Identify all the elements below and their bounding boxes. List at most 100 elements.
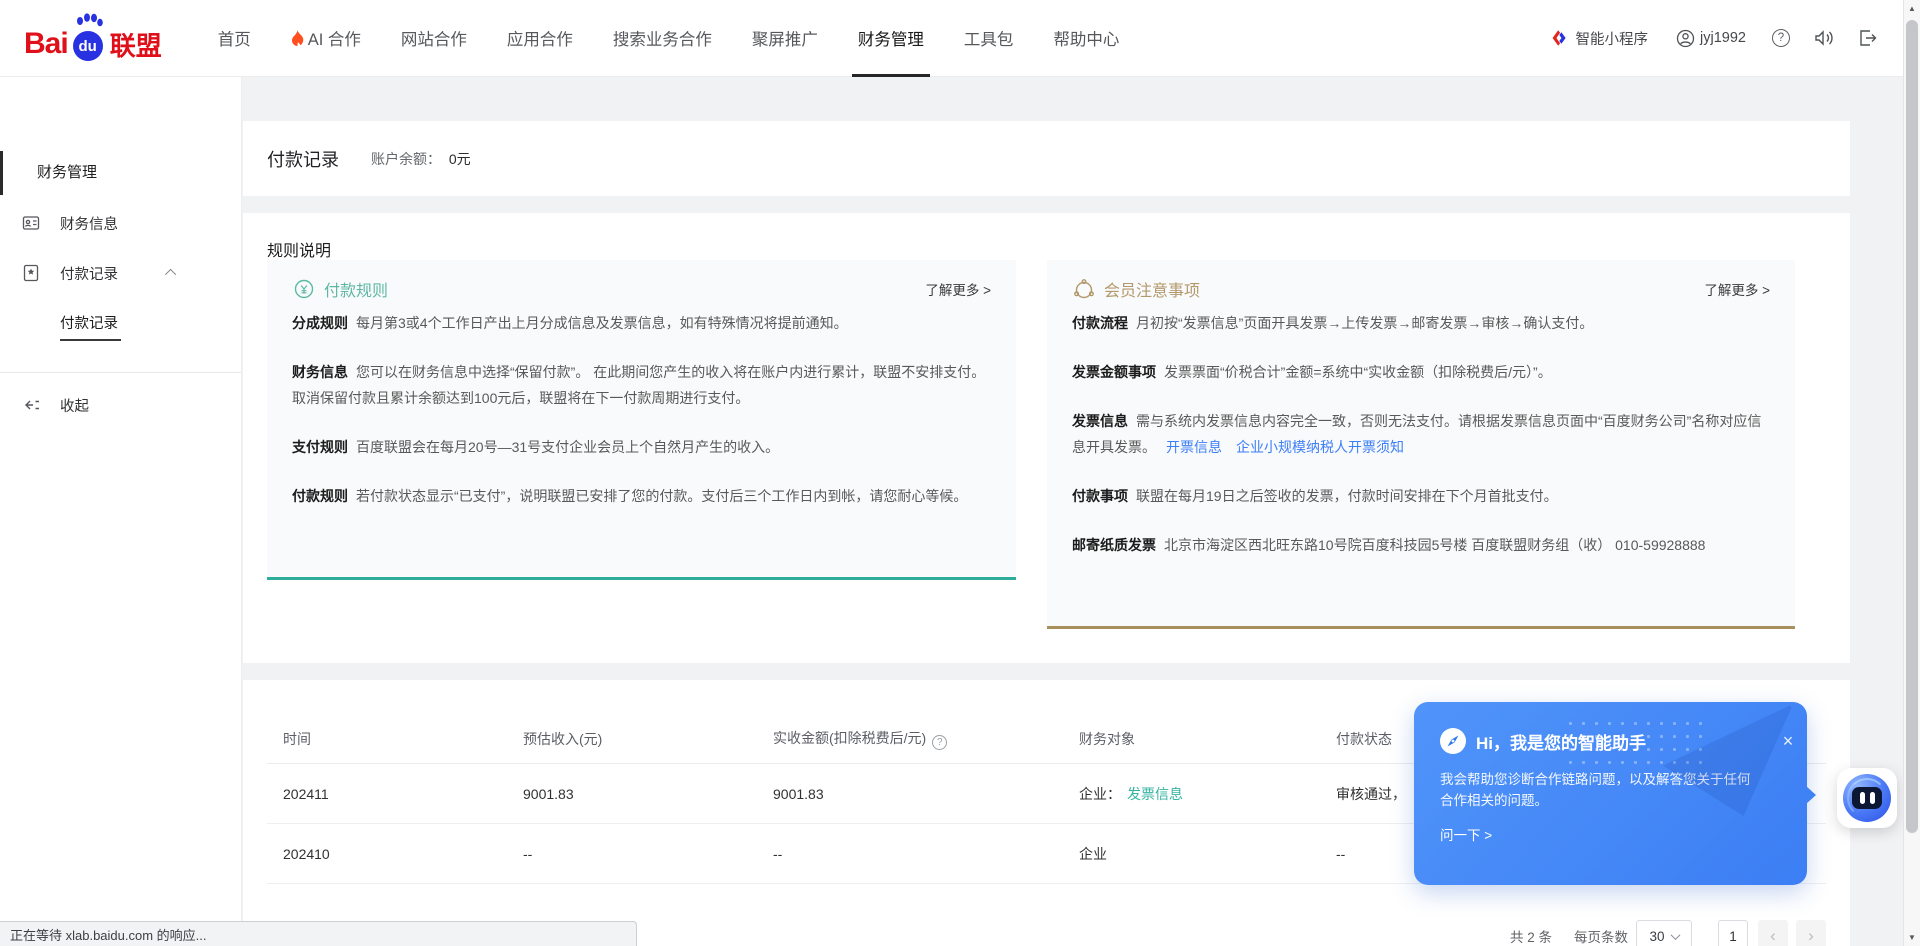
sidebar-divider bbox=[0, 372, 241, 373]
logo-union-text: 联盟 bbox=[110, 32, 162, 61]
logout-button[interactable] bbox=[1858, 29, 1877, 47]
invoice-info-link[interactable]: 开票信息 bbox=[1166, 439, 1222, 455]
scroll-down-arrow[interactable]: ▼ bbox=[1904, 929, 1920, 946]
assistant-message: 我会帮助您诊断合作链路问题，以及解答您关于任何合作相关的问题。 bbox=[1440, 769, 1760, 811]
user-account[interactable]: jyj1992 bbox=[1676, 29, 1746, 48]
payment-rules-title: 付款规则 bbox=[324, 277, 388, 301]
nav-item-home[interactable]: 首页 bbox=[198, 0, 271, 77]
nav-item-label: 网站合作 bbox=[401, 26, 467, 50]
sidebar-item-finance-info[interactable]: 财务信息 bbox=[0, 201, 241, 245]
nav-menu: 首页 AI 合作 网站合作 应用合作 搜索业务合作 聚屏推广 财务管理 工具包 … bbox=[198, 0, 1140, 77]
rule-item: 财务信息您可以在财务信息中选择“保留付款”。 在此期间您产生的收入将在账户内进行… bbox=[292, 359, 991, 411]
column-header-time: 时间 bbox=[267, 729, 507, 749]
popup-tail bbox=[1806, 786, 1816, 804]
sidebar-active-indicator bbox=[0, 151, 3, 195]
help-icon[interactable]: ? bbox=[932, 735, 947, 750]
column-header-estimated-income: 预估收入(元) bbox=[507, 729, 757, 749]
rule-item-text: 您可以在财务信息中选择“保留付款”。 在此期间您产生的收入将在账户内进行累计，联… bbox=[292, 364, 985, 406]
prev-page-button[interactable]: ‹ bbox=[1758, 920, 1788, 946]
baidu-union-logo[interactable]: Bai du 联盟 bbox=[24, 15, 162, 61]
rule-item-label: 财务信息 bbox=[292, 364, 348, 380]
cell-estimated: 9001.83 bbox=[507, 786, 757, 802]
nav-item-ai-cooperation[interactable]: AI 合作 bbox=[271, 0, 381, 77]
nav-item-search-business[interactable]: 搜索业务合作 bbox=[593, 0, 732, 77]
per-page-label: 每页条数 bbox=[1574, 926, 1628, 946]
rule-item-label: 分成规则 bbox=[292, 315, 348, 331]
sidebar: 财务管理 财务信息 付款记录 付款记录 收起 bbox=[0, 77, 242, 946]
rule-item: 支付规则百度联盟会在每月20号—31号支付企业会员上个自然月产生的收入。 bbox=[292, 434, 991, 460]
badge-star-icon bbox=[22, 264, 40, 282]
chevron-up-icon bbox=[165, 269, 176, 280]
browser-scrollbar[interactable]: ▲ ▼ bbox=[1903, 0, 1920, 946]
rule-item-label: 付款规则 bbox=[292, 488, 348, 504]
nav-item-toolkit[interactable]: 工具包 bbox=[944, 0, 1034, 77]
scroll-up-arrow[interactable]: ▲ bbox=[1904, 0, 1920, 17]
page-number-button[interactable]: 1 bbox=[1718, 920, 1748, 946]
rule-item-text: 月初按“发票信息”页面开具发票→上传发票→邮寄发票→审核→确认支付。 bbox=[1136, 315, 1593, 331]
top-navigation: Bai du 联盟 首页 AI 合作 网站合作 应用合作 搜索业务合作 聚屏推广… bbox=[0, 0, 1903, 77]
rule-item-label: 邮寄纸质发票 bbox=[1072, 537, 1156, 553]
help-icon: ? bbox=[1772, 29, 1790, 47]
sidebar-item-label: 财务信息 bbox=[60, 213, 118, 234]
sidebar-item-payment-records[interactable]: 付款记录 bbox=[0, 251, 241, 295]
nav-item-juping-promotion[interactable]: 聚屏推广 bbox=[732, 0, 838, 77]
member-notes-card: 会员注意事项 了解更多 > 付款流程月初按“发票信息”页面开具发票→上传发票→邮… bbox=[1047, 260, 1795, 629]
rule-item-text: 百度联盟会在每月20号—31号支付企业会员上个自然月产生的收入。 bbox=[356, 439, 779, 455]
pagination: 共 2 条 每页条数 30 1 ‹ › bbox=[1510, 920, 1826, 946]
cell-time: 202410 bbox=[267, 846, 507, 862]
help-button[interactable]: ? bbox=[1772, 29, 1790, 47]
chevron-down-icon bbox=[1670, 930, 1680, 940]
nav-item-label: 帮助中心 bbox=[1053, 26, 1119, 50]
announcement-button[interactable] bbox=[1814, 29, 1834, 47]
next-page-button[interactable]: › bbox=[1796, 920, 1826, 946]
small-taxpayer-notice-link[interactable]: 企业小规模纳税人开票须知 bbox=[1236, 439, 1404, 455]
nav-item-label: AI 合作 bbox=[308, 26, 361, 50]
page-size-select[interactable]: 30 bbox=[1636, 920, 1692, 946]
column-header-actual-amount: 实收金额(扣除税费后/元)? bbox=[757, 728, 1063, 750]
coin-yen-icon bbox=[292, 277, 316, 301]
chevron-left-icon: ‹ bbox=[1770, 926, 1776, 946]
nav-item-label: 工具包 bbox=[964, 26, 1014, 50]
speaker-icon bbox=[1814, 29, 1834, 47]
close-icon[interactable]: × bbox=[1773, 726, 1803, 756]
nav-item-finance-management[interactable]: 财务管理 bbox=[838, 0, 944, 77]
ask-now-link[interactable]: 问一下 > bbox=[1440, 824, 1807, 844]
invoice-info-cell-link[interactable]: 发票信息 bbox=[1127, 786, 1183, 802]
cell-actual: 9001.83 bbox=[757, 786, 1063, 802]
id-card-icon bbox=[22, 214, 40, 232]
rule-item-text: 每月第3或4个工作日产出上月分成信息及发票信息，如有特殊情况将提前通知。 bbox=[356, 315, 848, 331]
page-header-card: 付款记录 账户余额： 0元 bbox=[243, 121, 1850, 196]
payment-rules-more-link[interactable]: 了解更多 > bbox=[925, 279, 991, 299]
cell-time: 202411 bbox=[267, 786, 507, 802]
nav-item-help-center[interactable]: 帮助中心 bbox=[1033, 0, 1139, 77]
username-label: jyj1992 bbox=[1700, 30, 1746, 46]
assistant-fab-button[interactable] bbox=[1837, 768, 1897, 828]
nav-item-app-cooperation[interactable]: 应用合作 bbox=[487, 0, 593, 77]
status-text: 正在等待 xlab.baidu.com 的响应... bbox=[10, 925, 207, 944]
browser-status-bar: 正在等待 xlab.baidu.com 的响应... bbox=[0, 921, 637, 946]
sidebar-subitem-payment-records[interactable]: 付款记录 bbox=[60, 303, 121, 347]
logo-paw-du: du bbox=[70, 15, 106, 61]
rule-item-label: 发票信息 bbox=[1072, 413, 1128, 429]
nav-item-website-cooperation[interactable]: 网站合作 bbox=[381, 0, 487, 77]
cell-estimated: -- bbox=[507, 846, 757, 862]
robot-icon bbox=[1843, 774, 1891, 822]
mini-program-diamond-icon bbox=[1550, 28, 1570, 48]
column-header-finance-object: 财务对象 bbox=[1063, 729, 1320, 749]
scrollbar-thumb[interactable] bbox=[1906, 20, 1918, 833]
cell-finance-object: 企业 bbox=[1063, 844, 1320, 864]
logo-bai-text: Bai bbox=[24, 27, 68, 61]
compass-icon bbox=[1440, 728, 1466, 754]
mini-program-entry[interactable]: 智能小程序 bbox=[1550, 28, 1649, 49]
member-network-icon bbox=[1072, 277, 1096, 301]
logout-icon bbox=[1858, 29, 1877, 47]
rule-item-text: 北京市海淀区西北旺东路10号院百度科技园5号楼 百度联盟财务组（收） 010-5… bbox=[1164, 537, 1705, 553]
sidebar-collapse-button[interactable]: 收起 bbox=[0, 383, 241, 427]
nav-item-label: 搜索业务合作 bbox=[613, 26, 712, 50]
rules-section-card: 规则说明 付款规则 了解更多 > 分成规则每月第3或4个工作日产出上月分成信息及… bbox=[243, 213, 1850, 663]
account-balance: 账户余额： 0元 bbox=[371, 149, 471, 169]
page-size-value: 30 bbox=[1649, 929, 1664, 944]
member-notes-title: 会员注意事项 bbox=[1104, 277, 1200, 301]
member-notes-more-link[interactable]: 了解更多 > bbox=[1704, 279, 1770, 299]
balance-value: 0元 bbox=[449, 151, 471, 167]
